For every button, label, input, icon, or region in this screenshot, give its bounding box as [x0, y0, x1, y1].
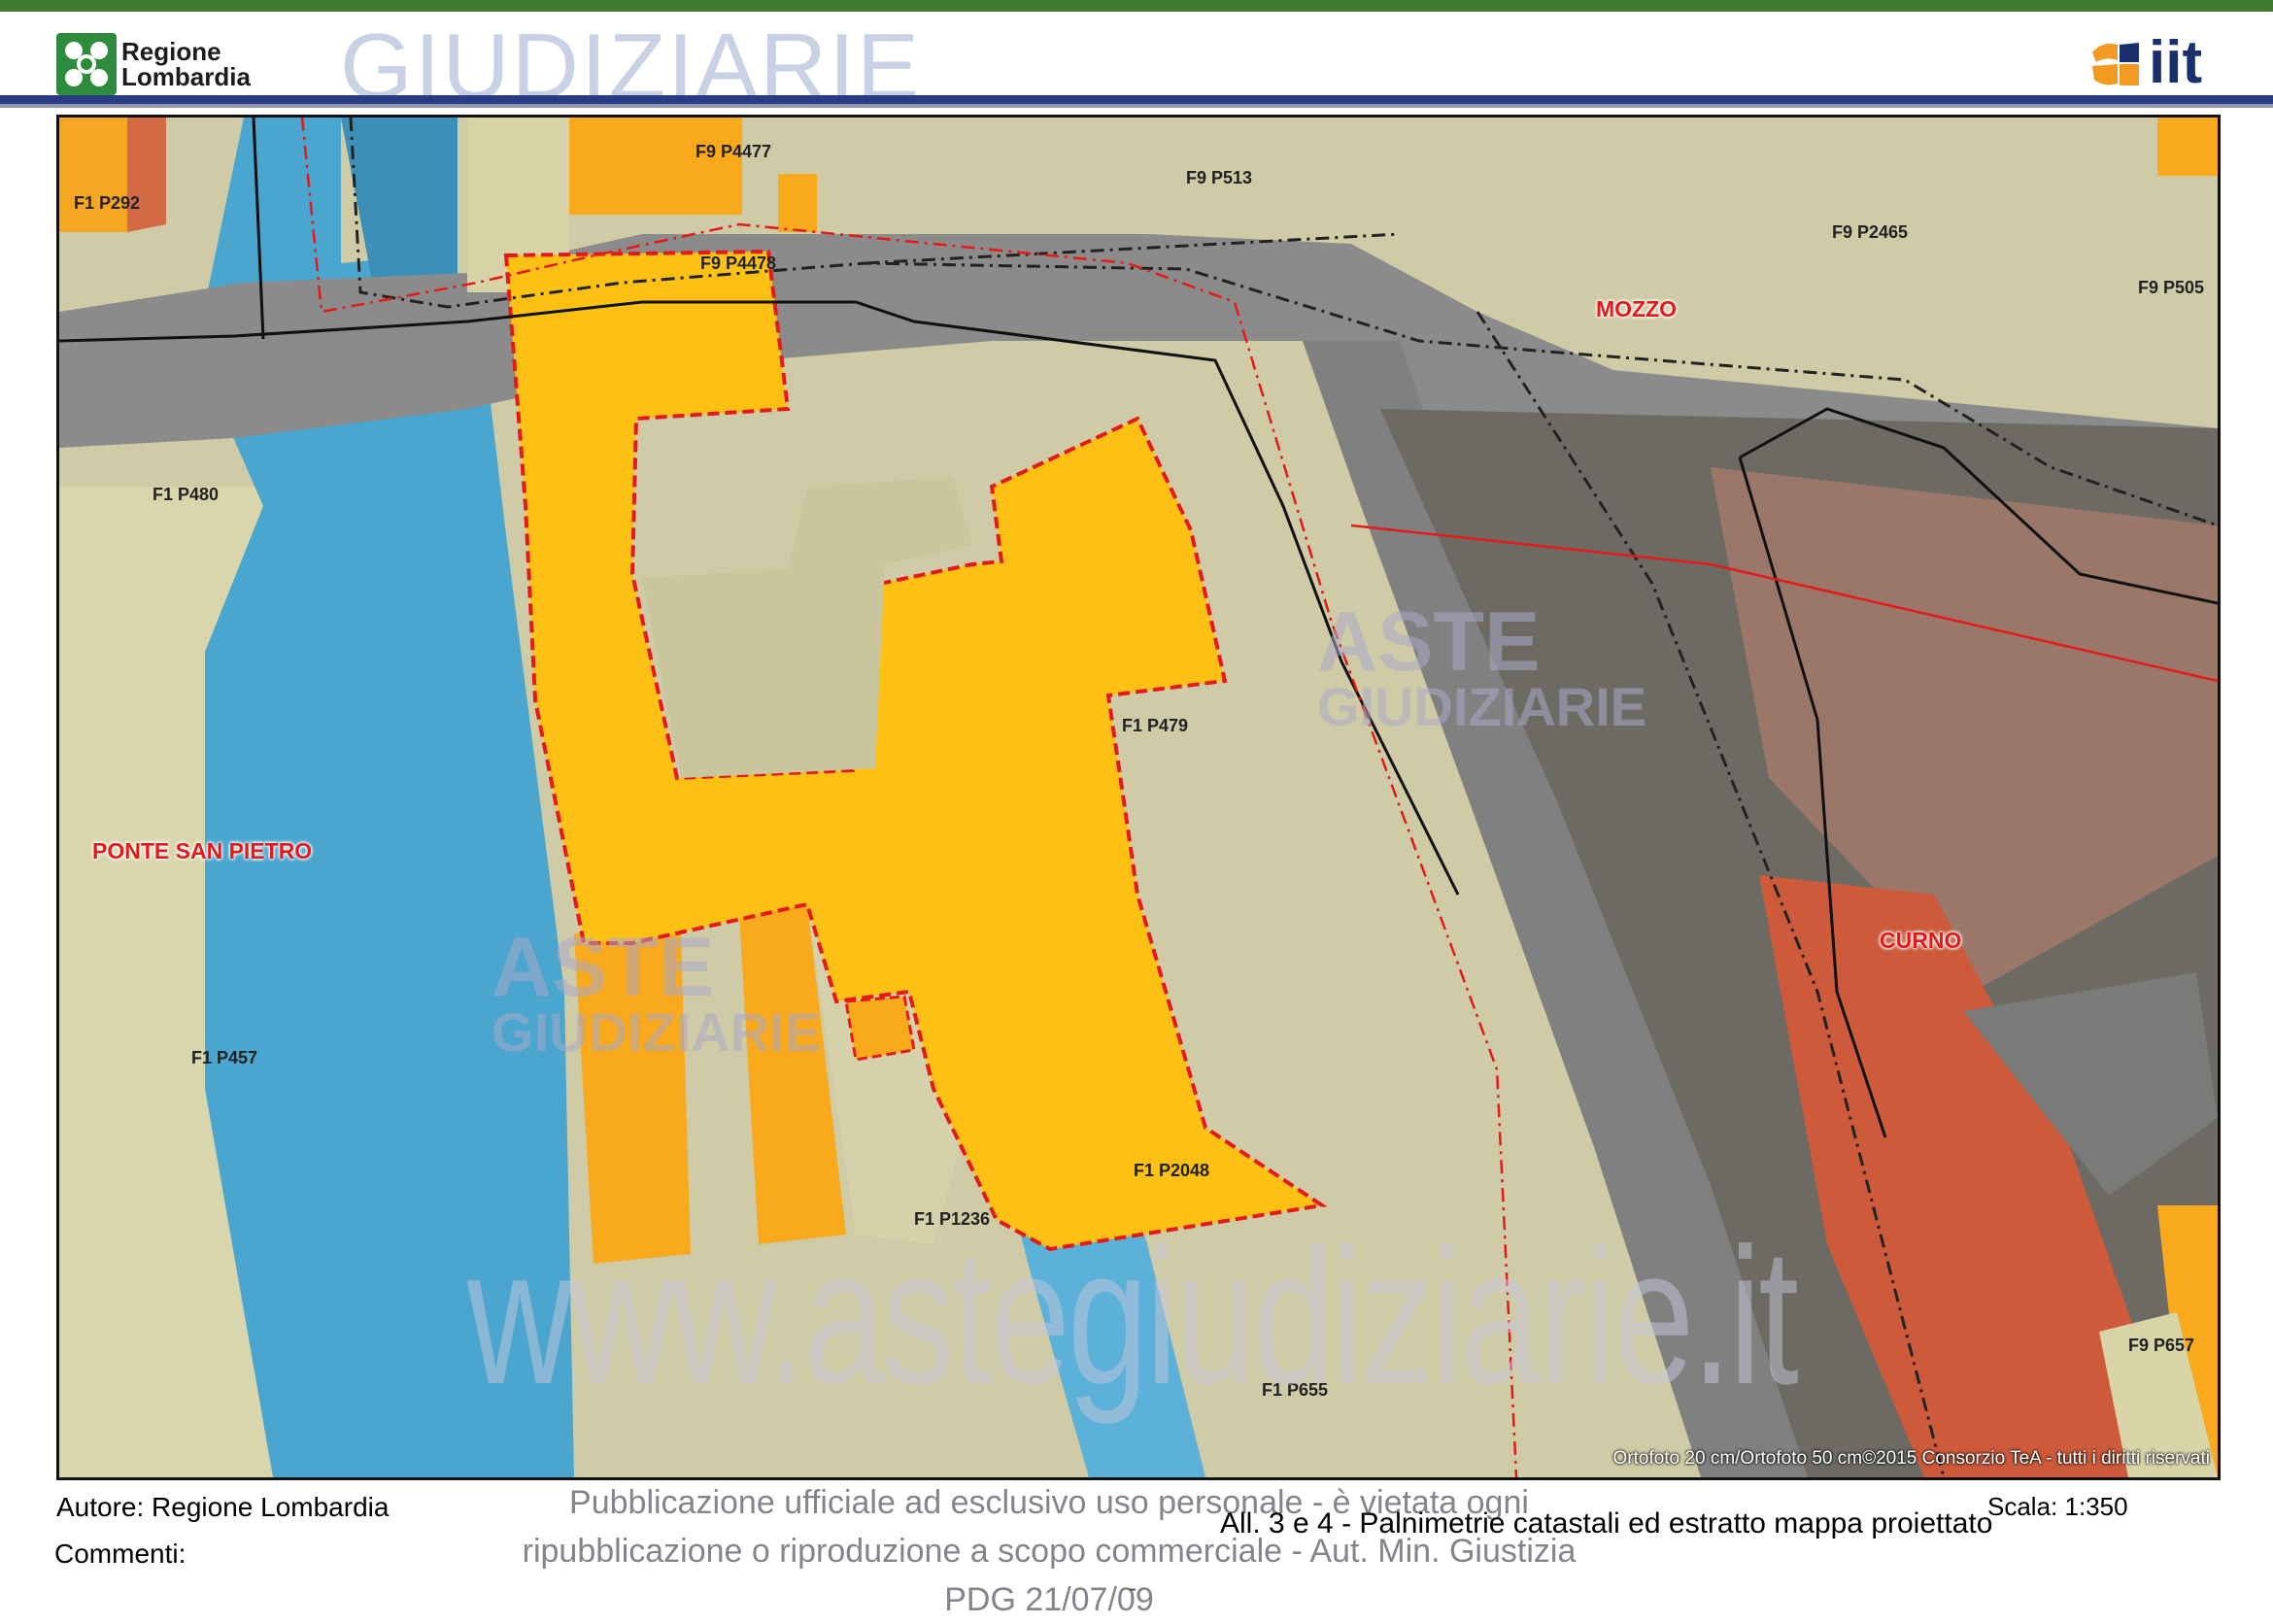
regione-lombardia-logo-icon: [56, 33, 117, 95]
top-green-bar: [0, 0, 2273, 12]
logo-text-line-2: Lombardia: [121, 62, 251, 91]
aste-watermark: ASTE GIUDIZIARIE: [492, 921, 822, 1063]
parcel-label: F9 P4477: [695, 142, 772, 161]
regione-lombardia-logo-text: Regione Lombardia: [121, 39, 251, 89]
aste-watermark-subtitle: GIUDIZIARIE: [492, 1001, 822, 1063]
aste-watermark-title: ASTE: [492, 921, 715, 1014]
parcel-label: F9 P657: [2128, 1336, 2195, 1355]
logo-text-line-1: Regione: [121, 37, 221, 66]
scale-text: Scala: 1:350: [1987, 1492, 2128, 1521]
footer-dash: -: [1129, 1575, 1136, 1602]
municipality-label: MOZZO: [1596, 296, 1678, 321]
page-footer: Pubblicazione ufficiale ad esclusivo uso…: [0, 1478, 2273, 1618]
iit-logo-text: iit: [2149, 29, 2203, 96]
author-text: Autore: Regione Lombardia: [56, 1492, 390, 1522]
aste-watermark-title: ASTE: [1317, 595, 1541, 689]
municipality-label: CURNO: [1880, 928, 1962, 953]
page-header: GIUDIZIARIE Regione Lombardia iit: [0, 12, 2273, 118]
header-rule: [0, 95, 2273, 104]
header-rule-shadow: [0, 104, 2273, 108]
site-watermark: www.astegiudiziarie.it: [467, 1208, 1799, 1425]
publication-notice: Pubblicazione ufficiale ad esclusivo uso…: [486, 1478, 1612, 1624]
comments-label: Commenti:: [54, 1539, 187, 1569]
parcel-label: F1 P292: [74, 193, 141, 213]
parcel-label: F1 P479: [1122, 716, 1189, 735]
figure-caption: All. 3 e 4 - Palnimetrie catastali ed es…: [1220, 1507, 1993, 1539]
parcel-label: F9 P513: [1186, 168, 1253, 187]
notice-line-2: ripubblicazione o riproduzione a scopo c…: [522, 1533, 1577, 1618]
parcel-label: F1 P457: [191, 1048, 258, 1067]
parcel-label: F9 P2465: [1832, 222, 1909, 242]
municipality-label: PONTE SAN PIETRO: [92, 838, 313, 863]
parcel-label: F9 P505: [2138, 278, 2205, 297]
parcel-label: F1 P480: [153, 485, 220, 504]
aste-watermark: ASTE GIUDIZIARIE: [1317, 595, 1647, 737]
cadastral-map: F1 P292 F9 P4477 F9 P4478 F9 P513 F9 P24…: [56, 115, 2221, 1480]
map-copyright: Ortofoto 20 cm/Ortofoto 50 cm©2015 Conso…: [1612, 1448, 2210, 1469]
parcel-label: F1 P2048: [1134, 1161, 1210, 1180]
aste-watermark-subtitle: GIUDIZIARIE: [1317, 676, 1647, 737]
parcel-label: F9 P4478: [700, 254, 777, 273]
